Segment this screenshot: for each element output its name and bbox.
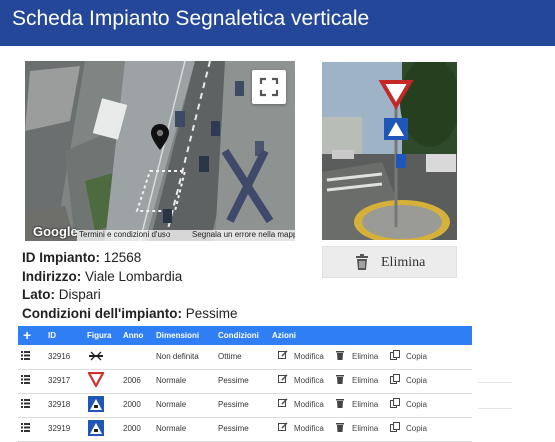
pedestrian-crossing-sign-icon (88, 396, 104, 414)
col-condizioni[interactable]: Condizioni (218, 331, 259, 340)
delete-button[interactable]: Elimina (352, 352, 378, 361)
row-menu-icon[interactable] (21, 399, 30, 410)
col-dimensioni[interactable]: Dimensioni (156, 331, 199, 340)
delete-button[interactable]: Elimina (352, 424, 378, 433)
delete-photo-label: Elimina (381, 255, 426, 270)
edit-icon[interactable] (278, 350, 288, 362)
copy-button[interactable]: Copia (406, 400, 427, 409)
sign-photo (322, 62, 457, 240)
row-dimension: Normale (156, 400, 187, 409)
copy-icon[interactable] (390, 398, 400, 410)
row-id: 32917 (48, 376, 71, 385)
table-row[interactable]: 32918 2000 Normale Pessime Modifica Elim… (18, 394, 472, 418)
info-id: ID Impianto: 12568 (22, 250, 142, 265)
edit-button[interactable]: Modifica (294, 376, 324, 385)
copy-icon[interactable] (390, 422, 400, 434)
map-report-link[interactable]: Segnala un errore nella mappa (192, 230, 295, 239)
info-address: Indirizzo: Viale Lombardia (22, 268, 183, 284)
copy-icon[interactable] (390, 350, 400, 362)
row-condition: Pessime (218, 400, 249, 409)
copy-icon[interactable] (390, 374, 400, 386)
map-marker-icon[interactable] (150, 123, 170, 151)
trash-icon (356, 254, 368, 270)
col-azioni: Azioni (272, 331, 296, 340)
page-title: Scheda Impianto Segnaletica verticale (12, 7, 370, 30)
fullscreen-icon (259, 77, 279, 97)
map-footer: Google Termini e condizioni d'uso Segnal… (25, 224, 295, 241)
title-bar: Scheda Impianto Segnaletica verticale (0, 0, 555, 46)
divider (478, 408, 512, 409)
row-menu-icon[interactable] (21, 351, 30, 362)
col-id[interactable]: ID (48, 331, 56, 340)
edit-icon[interactable] (278, 422, 288, 434)
row-condition: Pessime (218, 376, 249, 385)
divider (478, 382, 512, 383)
col-figura[interactable]: Figura (87, 331, 111, 340)
table-row[interactable]: 32917 2006 Normale Pessime Modifica Elim… (18, 370, 472, 394)
row-condition: Pessime (218, 424, 249, 433)
pedestrian-crossing-sign-icon (88, 420, 104, 438)
row-menu-icon[interactable] (21, 375, 30, 386)
col-anno[interactable]: Anno (123, 331, 143, 340)
table-row[interactable]: 32916 Non definita Ottime Modifica Elimi… (18, 346, 472, 370)
map-view[interactable]: Google Termini e condizioni d'uso Segnal… (25, 61, 295, 241)
row-id: 32919 (48, 424, 71, 433)
info-condition: Condizioni dell'impianto: Pessime (22, 305, 238, 321)
trash-icon[interactable] (336, 374, 344, 386)
row-menu-icon[interactable] (21, 423, 30, 434)
trash-icon[interactable] (336, 350, 344, 362)
row-id: 32918 (48, 400, 71, 409)
row-id: 32916 (48, 352, 71, 361)
row-dimension: Normale (156, 424, 187, 433)
delete-button[interactable]: Elimina (352, 376, 378, 385)
edit-icon[interactable] (278, 374, 288, 386)
no-parking-sign-icon (88, 351, 104, 363)
edit-button[interactable]: Modifica (294, 400, 324, 409)
row-dimension: Normale (156, 376, 187, 385)
plant-info: ID Impianto: 12568 Indirizzo: Viale Lomb… (22, 249, 237, 323)
signs-table-header: + ID Figura Anno Dimensioni Condizioni A… (18, 326, 472, 345)
trash-icon[interactable] (336, 422, 344, 434)
trash-icon[interactable] (336, 398, 344, 410)
edit-icon[interactable] (278, 398, 288, 410)
delete-button[interactable]: Elimina (352, 400, 378, 409)
google-logo: Google (33, 224, 78, 239)
fullscreen-button[interactable] (252, 70, 286, 104)
row-year: 2006 (123, 376, 141, 385)
delete-photo-button[interactable]: Elimina (322, 246, 457, 278)
row-year: 2000 (123, 400, 141, 409)
copy-button[interactable]: Copia (406, 424, 427, 433)
give-way-sign-icon (87, 371, 105, 389)
add-row-button[interactable]: + (23, 327, 31, 343)
info-side: Lato: Dispari (22, 287, 101, 303)
sign-photo-image (322, 62, 457, 240)
edit-button[interactable]: Modifica (294, 424, 324, 433)
map-terms-link[interactable]: Termini e condizioni d'uso (79, 230, 170, 239)
edit-button[interactable]: Modifica (294, 352, 324, 361)
table-row[interactable]: 32919 2000 Normale Pessime Modifica Elim… (18, 418, 472, 442)
copy-button[interactable]: Copia (406, 376, 427, 385)
row-condition: Ottime (218, 352, 242, 361)
row-dimension: Non definita (156, 352, 199, 361)
row-year: 2000 (123, 424, 141, 433)
copy-button[interactable]: Copia (406, 352, 427, 361)
